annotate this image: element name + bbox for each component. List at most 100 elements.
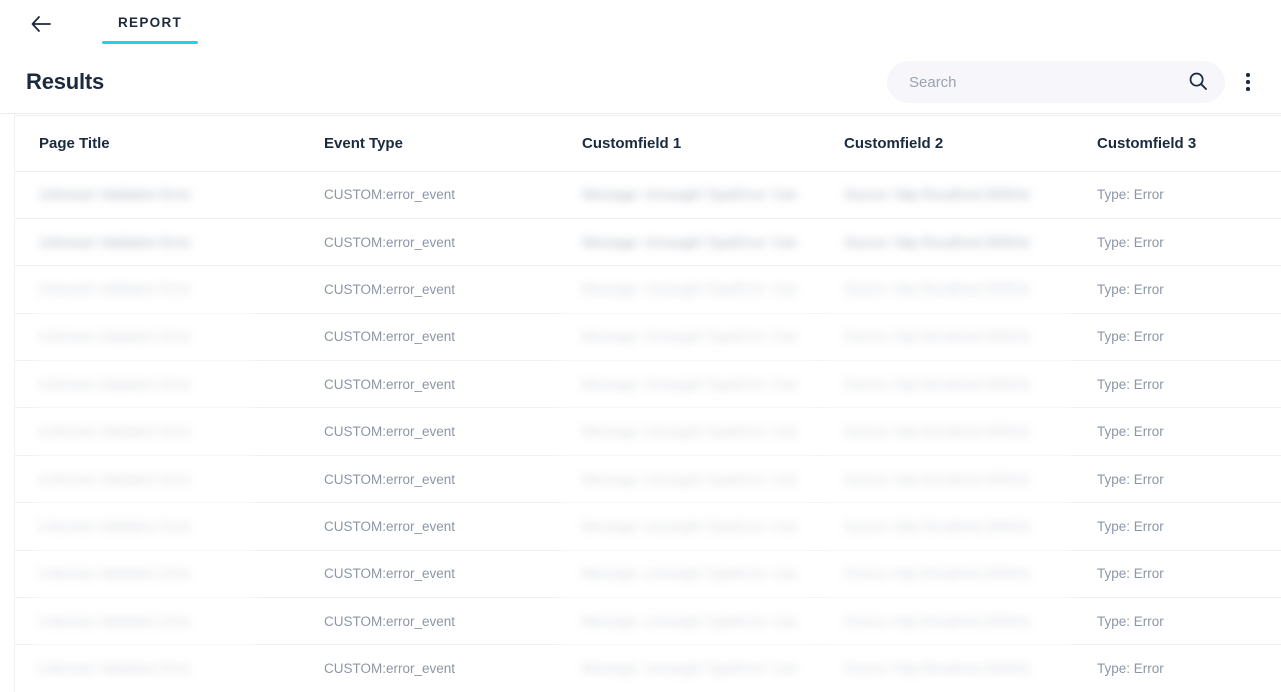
cell-event_type: CUSTOM:error_event (300, 644, 558, 692)
cell-customfield_2: Source: http://localhost:3000/st (820, 407, 1073, 456)
redacted-value: Message: Uncaught TypeError: Can (582, 424, 798, 440)
cell-customfield_3: Type: Error (1073, 550, 1281, 599)
search-icon (1188, 71, 1208, 94)
search-input[interactable] (887, 61, 1225, 103)
cell-value: CUSTOM:error_event (324, 281, 456, 297)
toolbar-divider (0, 113, 1281, 114)
cell-event_type: CUSTOM:error_event (300, 313, 558, 362)
table-row[interactable]: Unknown Validation Error CUSTOM:error_eve… (15, 597, 1281, 646)
redacted-value: Message: Uncaught TypeError: Can (582, 281, 798, 297)
table-row[interactable]: Unknown Validation Error CUSTOM:error_eve… (15, 644, 1281, 692)
column-header-customfield-1[interactable]: Customfield 1 (558, 116, 820, 172)
cell-customfield_3: Type: Error (1073, 265, 1281, 314)
redacted-value: Source: http://localhost:3000/st (844, 566, 1030, 582)
redacted-value: Source: http://localhost:3000/st (844, 471, 1030, 487)
cell-event_type: CUSTOM:error_event (300, 360, 558, 409)
redacted-value: Message: Uncaught TypeError: Can (582, 661, 798, 677)
cell-customfield_3: Type: Error (1073, 455, 1281, 504)
redacted-value: Unknown Validation Error (39, 424, 192, 440)
table-header-row: Page Title Event Type Customfield 1 Cust… (15, 116, 1281, 172)
cell-value: CUSTOM:error_event (324, 424, 456, 440)
tab-report[interactable]: REPORT (102, 0, 199, 44)
redacted-value: Message: Uncaught TypeError: Can (582, 329, 798, 345)
cell-customfield_1: Message: Uncaught TypeError: Can (558, 644, 820, 692)
cell-value: Type: Error (1097, 566, 1164, 582)
cell-page_title: Unknown Validation Error (15, 218, 300, 267)
column-header-customfield-2[interactable]: Customfield 2 (820, 116, 1073, 172)
redacted-value: Unknown Validation Error (39, 329, 192, 345)
overflow-menu-button[interactable] (1231, 62, 1265, 102)
column-header-page-title[interactable]: Page Title (15, 116, 300, 172)
cell-event_type: CUSTOM:error_event (300, 550, 558, 599)
redacted-value: Message: Uncaught TypeError: Can (582, 234, 798, 250)
table-row[interactable]: Unknown Validation Error CUSTOM:error_eve… (15, 502, 1281, 551)
redacted-value: Source: http://localhost:3000/st (844, 613, 1030, 629)
table-header: Page Title Event Type Customfield 1 Cust… (15, 116, 1281, 172)
more-vertical-icon (1246, 73, 1250, 91)
table-row[interactable]: Unknown Validation Error CUSTOM:error_eve… (15, 313, 1281, 362)
cell-page_title: Unknown Validation Error (15, 550, 300, 599)
cell-page_title: Unknown Validation Error (15, 455, 300, 504)
cell-value: Type: Error (1097, 661, 1164, 677)
page-title: Results (26, 69, 105, 94)
cell-value: CUSTOM:error_event (324, 234, 456, 250)
redacted-value: Message: Uncaught TypeError: Can (582, 518, 798, 534)
redacted-value: Unknown Validation Error (39, 613, 192, 629)
cell-customfield_2: Source: http://localhost:3000/st (820, 171, 1073, 219)
cell-customfield_2: Source: http://localhost:3000/st (820, 313, 1073, 362)
cell-customfield_2: Source: http://localhost:3000/st (820, 218, 1073, 267)
cell-value: CUSTOM:error_event (324, 471, 456, 487)
toolbar-actions (887, 61, 1265, 103)
cell-customfield_1: Message: Uncaught TypeError: Can (558, 455, 820, 504)
cell-event_type: CUSTOM:error_event (300, 455, 558, 504)
cell-page_title: Unknown Validation Error (15, 597, 300, 646)
cell-customfield_2: Source: http://localhost:3000/st (820, 265, 1073, 314)
table-row[interactable]: Unknown Validation Error CUSTOM:error_eve… (15, 265, 1281, 314)
redacted-value: Message: Uncaught TypeError: Can (582, 613, 798, 629)
cell-value: Type: Error (1097, 518, 1164, 534)
results-table-card: Page Title Event Type Customfield 1 Cust… (14, 115, 1281, 692)
cell-value: Type: Error (1097, 281, 1164, 297)
table-body: Unknown Validation Error CUSTOM:error_eve… (15, 171, 1281, 692)
redacted-value: Unknown Validation Error (39, 566, 192, 582)
table-row[interactable]: Unknown Validation Error CUSTOM:error_eve… (15, 218, 1281, 267)
column-header-event-type[interactable]: Event Type (300, 116, 558, 172)
tab-active-indicator (102, 41, 199, 44)
redacted-value: Unknown Validation Error (39, 281, 192, 297)
search-field[interactable] (887, 61, 1225, 103)
tab-report-label: REPORT (118, 14, 183, 30)
cell-customfield_3: Type: Error (1073, 502, 1281, 551)
cell-value: CUSTOM:error_event (324, 329, 456, 345)
cell-customfield_2: Source: http://localhost:3000/st (820, 597, 1073, 646)
cell-value: CUSTOM:error_event (324, 566, 456, 582)
back-button[interactable] (24, 7, 58, 41)
cell-customfield_2: Source: http://localhost:3000/st (820, 455, 1073, 504)
table-row[interactable]: Unknown Validation Error CUSTOM:error_eve… (15, 455, 1281, 504)
cell-page_title: Unknown Validation Error (15, 265, 300, 314)
cell-customfield_1: Message: Uncaught TypeError: Can (558, 171, 820, 219)
cell-value: Type: Error (1097, 234, 1164, 250)
search-button[interactable] (1185, 69, 1211, 95)
table-row[interactable]: Unknown Validation Error CUSTOM:error_eve… (15, 171, 1281, 219)
cell-customfield_3: Type: Error (1073, 360, 1281, 409)
redacted-value: Source: http://localhost:3000/st (844, 424, 1030, 440)
cell-page_title: Unknown Validation Error (15, 502, 300, 551)
redacted-value: Message: Uncaught TypeError: Can (582, 187, 798, 203)
cell-value: Type: Error (1097, 613, 1164, 629)
cell-customfield_1: Message: Uncaught TypeError: Can (558, 407, 820, 456)
redacted-value: Source: http://localhost:3000/st (844, 281, 1030, 297)
redacted-value: Source: http://localhost:3000/st (844, 661, 1030, 677)
cell-event_type: CUSTOM:error_event (300, 502, 558, 551)
table-row[interactable]: Unknown Validation Error CUSTOM:error_eve… (15, 550, 1281, 599)
redacted-value: Message: Uncaught TypeError: Can (582, 566, 798, 582)
cell-event_type: CUSTOM:error_event (300, 171, 558, 219)
table-row[interactable]: Unknown Validation Error CUSTOM:error_eve… (15, 407, 1281, 456)
cell-customfield_1: Message: Uncaught TypeError: Can (558, 265, 820, 314)
cell-customfield_3: Type: Error (1073, 171, 1281, 219)
cell-customfield_3: Type: Error (1073, 597, 1281, 646)
cell-page_title: Unknown Validation Error (15, 313, 300, 362)
table-row[interactable]: Unknown Validation Error CUSTOM:error_eve… (15, 360, 1281, 409)
column-header-customfield-3[interactable]: Customfield 3 (1073, 116, 1281, 172)
cell-customfield_3: Type: Error (1073, 407, 1281, 456)
cell-customfield_3: Type: Error (1073, 644, 1281, 692)
